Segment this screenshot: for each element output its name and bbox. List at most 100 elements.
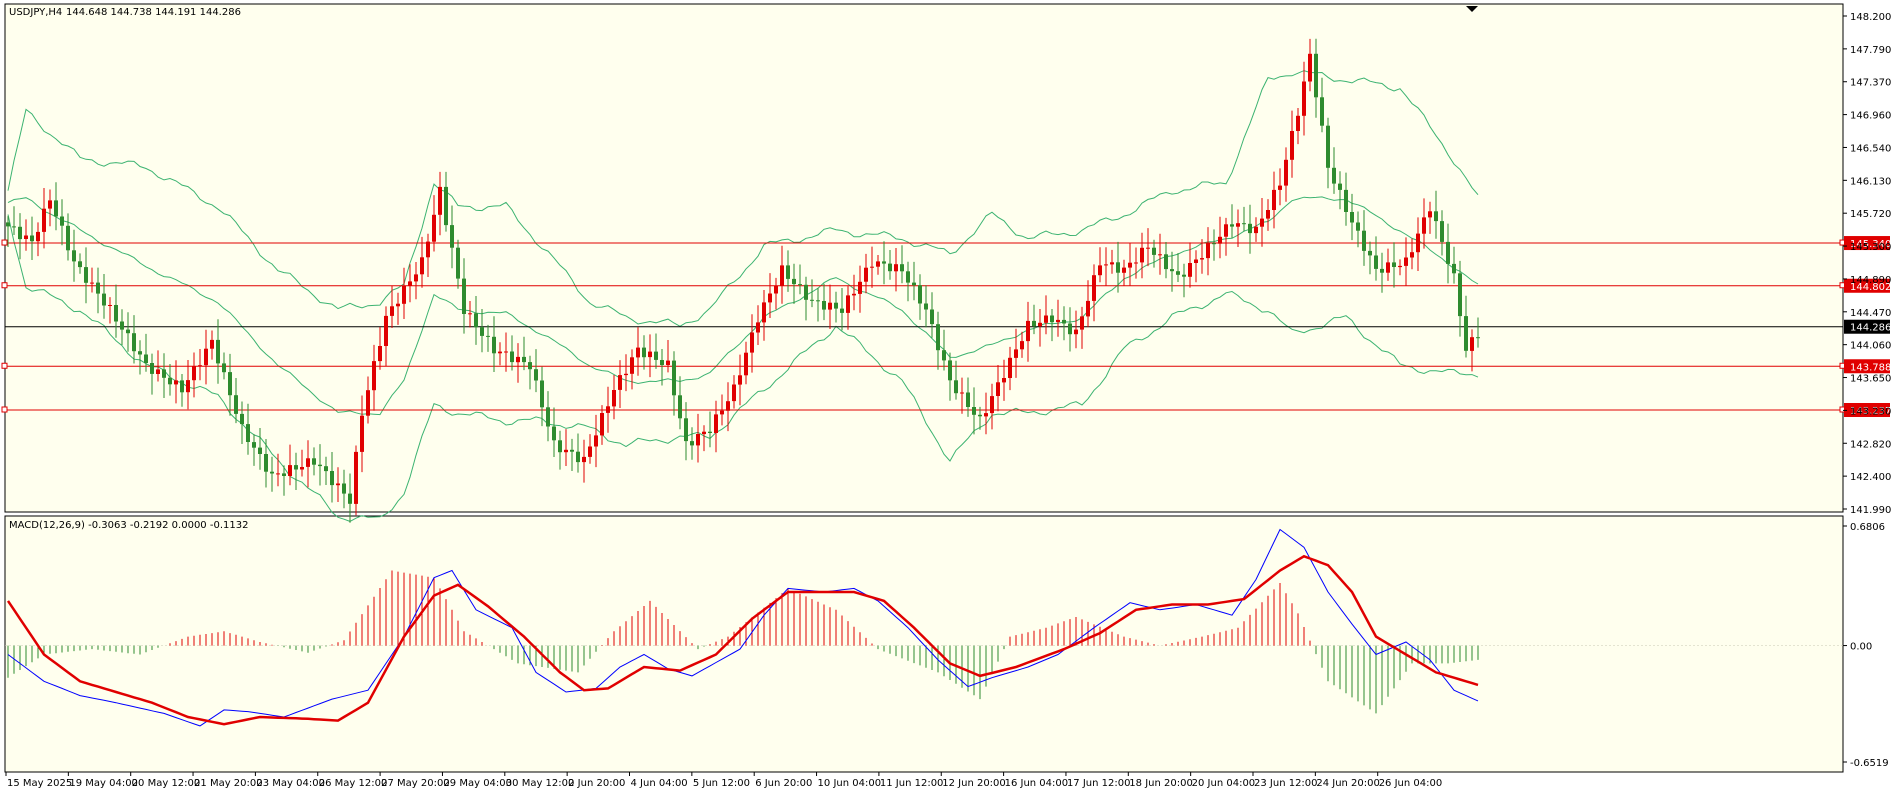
candle-body	[1176, 271, 1180, 275]
time-tick-label: 6 Jun 20:00	[755, 778, 812, 789]
candle-body	[1470, 337, 1474, 351]
candle-body	[240, 413, 244, 425]
candle-body	[120, 321, 124, 330]
candle-body	[276, 473, 280, 475]
price-panel[interactable]	[4, 3, 1844, 513]
candle-body	[114, 305, 118, 322]
candle-body	[1116, 262, 1120, 273]
candle-body	[624, 373, 628, 376]
time-tick-label: 20 Jun 04:00	[1192, 778, 1256, 789]
price-tick-label: 143.650	[1850, 374, 1891, 385]
candle-body	[600, 413, 604, 436]
candle-body	[612, 390, 616, 407]
candle-body	[426, 241, 430, 258]
candle-body	[708, 431, 712, 433]
candle-body	[684, 418, 688, 442]
candle-body	[444, 186, 448, 226]
candle-body	[264, 454, 268, 472]
level-handle-left[interactable]	[1, 282, 8, 289]
candle-body	[1170, 269, 1174, 272]
candle-body	[474, 313, 478, 328]
candle-body	[378, 346, 382, 362]
candle-body	[1272, 189, 1276, 210]
price-tick-label: 148.200	[1850, 12, 1891, 23]
candle-body	[1308, 53, 1312, 82]
candle-body	[396, 303, 400, 307]
candle-body	[1158, 254, 1162, 256]
candle-body	[792, 278, 796, 285]
time-tick-label: 17 Jun 12:00	[1067, 778, 1131, 789]
candle-body	[60, 216, 64, 226]
macd-tick-label: 0.00	[1850, 642, 1872, 653]
level-handle-left[interactable]	[1, 362, 8, 369]
candle-body	[486, 335, 490, 337]
candle-body	[1110, 262, 1114, 265]
candle-body	[534, 369, 538, 381]
candle-body	[636, 347, 640, 358]
chart-svg[interactable]: 145.340144.802143.788143.237144.286 148.…	[0, 0, 1891, 792]
candle-body	[738, 375, 742, 385]
ohlc-header: 144.648 144.738 144.191 144.286	[66, 7, 241, 18]
candle-body	[522, 356, 526, 363]
candle-body	[1254, 226, 1258, 234]
candle-body	[876, 261, 880, 267]
candle-body	[312, 458, 316, 465]
candle-body	[222, 363, 226, 373]
candle-body	[390, 306, 394, 316]
candle-body	[822, 301, 826, 310]
candle-body	[72, 250, 76, 262]
candle-body	[606, 406, 610, 413]
macd-panel[interactable]	[4, 515, 1844, 773]
time-tick-label: 4 Jun 04:00	[631, 778, 688, 789]
candle-body	[360, 415, 364, 452]
candle-body	[1440, 221, 1444, 242]
candle-body	[744, 352, 748, 376]
candle-body	[318, 464, 322, 467]
candle-body	[1392, 262, 1396, 267]
level-handle-left[interactable]	[1, 239, 8, 246]
candle-body	[1092, 275, 1096, 301]
level-handle-left[interactable]	[1, 406, 8, 413]
candle-body	[156, 369, 160, 374]
time-tick-label: 12 Jun 20:00	[942, 778, 1006, 789]
candle-body	[366, 390, 370, 416]
candle-body	[1338, 183, 1342, 190]
candle-body	[234, 395, 238, 414]
candle-body	[420, 257, 424, 275]
candle-body	[1332, 167, 1336, 184]
candle-body	[1302, 81, 1306, 116]
time-tick-label: 2 Jun 20:00	[568, 778, 625, 789]
candle-body	[804, 284, 808, 300]
candle-body	[762, 302, 766, 323]
candle-body	[756, 322, 760, 333]
time-tick-label: 23 May 04:00	[256, 778, 325, 789]
time-tick-label: 20 May 12:00	[132, 778, 201, 789]
candle-body	[774, 285, 778, 294]
candle-body	[1380, 268, 1384, 273]
chart-window[interactable]: 145.340 144.802 143.788 143.237 144.286 148.…	[0, 0, 1891, 792]
candle-body	[1152, 247, 1156, 255]
candle-body	[1446, 241, 1450, 264]
candle-body	[1050, 315, 1054, 323]
candle-body	[984, 413, 988, 417]
price-tick-label: 144.060	[1850, 341, 1891, 352]
time-tick-label: 10 Jun 04:00	[818, 778, 882, 789]
price-tick-label: 147.790	[1850, 45, 1891, 56]
candle-body	[882, 261, 886, 264]
candle-body	[132, 333, 136, 352]
candle-body	[1434, 211, 1438, 222]
candle-body	[798, 284, 802, 286]
candle-body	[660, 360, 664, 365]
candle-body	[954, 380, 958, 394]
time-tick-label: 21 May 20:00	[194, 778, 263, 789]
candle-body	[942, 350, 946, 361]
candle-body	[588, 446, 592, 457]
candle-body	[780, 265, 784, 286]
candle-body	[78, 261, 82, 268]
candle-body	[1356, 222, 1360, 231]
candle-body	[36, 231, 40, 242]
candle-body	[852, 293, 856, 296]
candle-body	[84, 267, 88, 283]
candle-body	[144, 354, 148, 363]
candle-body	[1128, 262, 1132, 268]
